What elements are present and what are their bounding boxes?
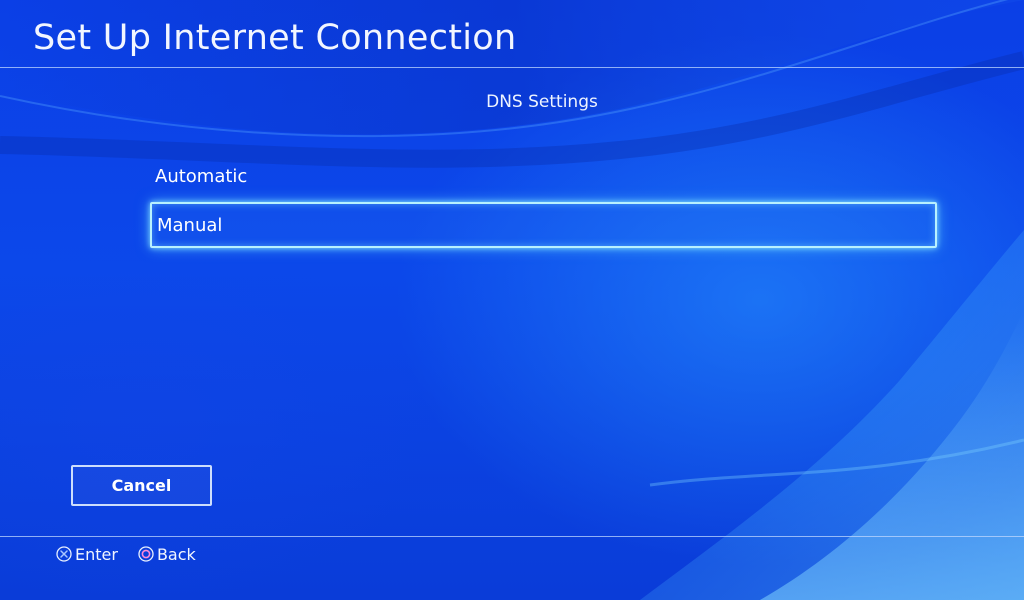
option-label: Automatic [155,165,248,187]
footer-divider [0,536,1024,537]
page-title: Set Up Internet Connection [33,18,517,58]
controller-hints: Enter Back [56,542,196,566]
hint-label: Enter [75,544,118,564]
hint-label: Back [156,544,196,564]
background-wave-graphic [0,0,1024,600]
header-divider [0,67,1024,68]
option-automatic[interactable]: Automatic [150,153,937,199]
cross-button-icon [56,546,72,562]
section-title: DNS Settings [486,92,598,112]
circle-button-icon [138,546,154,562]
cancel-button[interactable]: Cancel [71,465,212,506]
option-manual[interactable]: Manual [150,202,937,248]
hint-back: Back [138,545,196,564]
option-label: Manual [157,214,223,236]
ps4-settings-screen: Set Up Internet Connection DNS Settings … [0,0,1024,600]
hint-enter: Enter [56,545,118,564]
